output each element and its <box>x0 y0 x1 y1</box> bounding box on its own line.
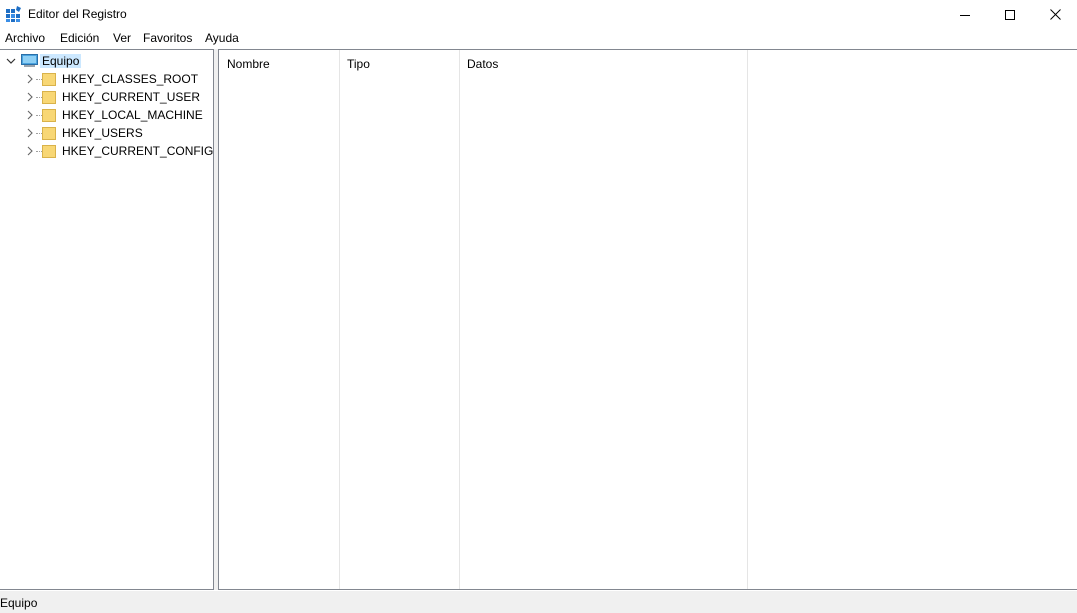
regedit-icon <box>6 6 21 22</box>
computer-icon <box>21 54 38 67</box>
key-tree[interactable]: Equipo HKEY_CLASSES_ROOT HKEY_CURRENT_US… <box>0 49 214 590</box>
folder-icon <box>42 145 56 158</box>
tree-label: HKEY_CLASSES_ROOT <box>62 72 199 86</box>
menu-archivo[interactable]: Archivo <box>3 31 47 45</box>
tree-label: Equipo <box>40 54 82 68</box>
column-header-tipo[interactable]: Tipo <box>339 50 459 77</box>
folder-icon <box>42 91 56 104</box>
values-list[interactable]: Nombre Tipo Datos <box>218 49 1077 590</box>
folder-icon <box>42 73 56 86</box>
tree-item-equipo[interactable]: Equipo <box>0 52 212 70</box>
maximize-button[interactable] <box>987 0 1033 29</box>
menu-edicion[interactable]: Edición <box>58 31 101 45</box>
chevron-right-icon[interactable] <box>24 127 36 139</box>
tree-item-hkey-users[interactable]: HKEY_USERS <box>0 124 212 142</box>
menu-bar: Archivo Edición Ver Favoritos Ayuda <box>0 29 1077 48</box>
chevron-right-icon[interactable] <box>24 145 36 157</box>
tree-label: HKEY_CURRENT_USER <box>62 90 201 104</box>
close-icon <box>1049 9 1061 20</box>
chevron-down-icon[interactable] <box>5 55 17 67</box>
tree-item-hkey-local-machine[interactable]: HKEY_LOCAL_MACHINE <box>0 106 212 124</box>
tree-item-hkey-classes-root[interactable]: HKEY_CLASSES_ROOT <box>0 70 212 88</box>
menu-ver[interactable]: Ver <box>111 31 133 45</box>
tree-label: HKEY_USERS <box>62 126 143 140</box>
status-bar: Equipo <box>0 591 1077 613</box>
column-header-datos[interactable]: Datos <box>459 50 747 77</box>
tree-item-hkey-current-config[interactable]: HKEY_CURRENT_CONFIG <box>0 142 214 160</box>
maximize-icon <box>1005 9 1015 20</box>
tree-label: HKEY_LOCAL_MACHINE <box>62 108 203 122</box>
column-divider[interactable] <box>747 50 748 589</box>
window-title: Editor del Registro <box>28 7 127 21</box>
column-header-nombre[interactable]: Nombre <box>219 50 339 77</box>
column-divider[interactable] <box>459 50 460 589</box>
tree-label: HKEY_CURRENT_CONFIG <box>62 144 214 158</box>
tree-item-hkey-current-user[interactable]: HKEY_CURRENT_USER <box>0 88 212 106</box>
column-divider[interactable] <box>339 50 340 589</box>
minimize-icon <box>960 14 970 16</box>
menu-ayuda[interactable]: Ayuda <box>203 31 241 45</box>
folder-icon <box>42 109 56 122</box>
menu-favoritos[interactable]: Favoritos <box>141 31 194 45</box>
folder-icon <box>42 127 56 140</box>
close-button[interactable] <box>1032 0 1077 29</box>
minimize-button[interactable] <box>942 0 988 29</box>
chevron-right-icon[interactable] <box>24 73 36 85</box>
title-bar: Editor del Registro <box>0 0 1077 29</box>
chevron-right-icon[interactable] <box>24 109 36 121</box>
status-path: Equipo <box>0 596 38 610</box>
chevron-right-icon[interactable] <box>24 91 36 103</box>
